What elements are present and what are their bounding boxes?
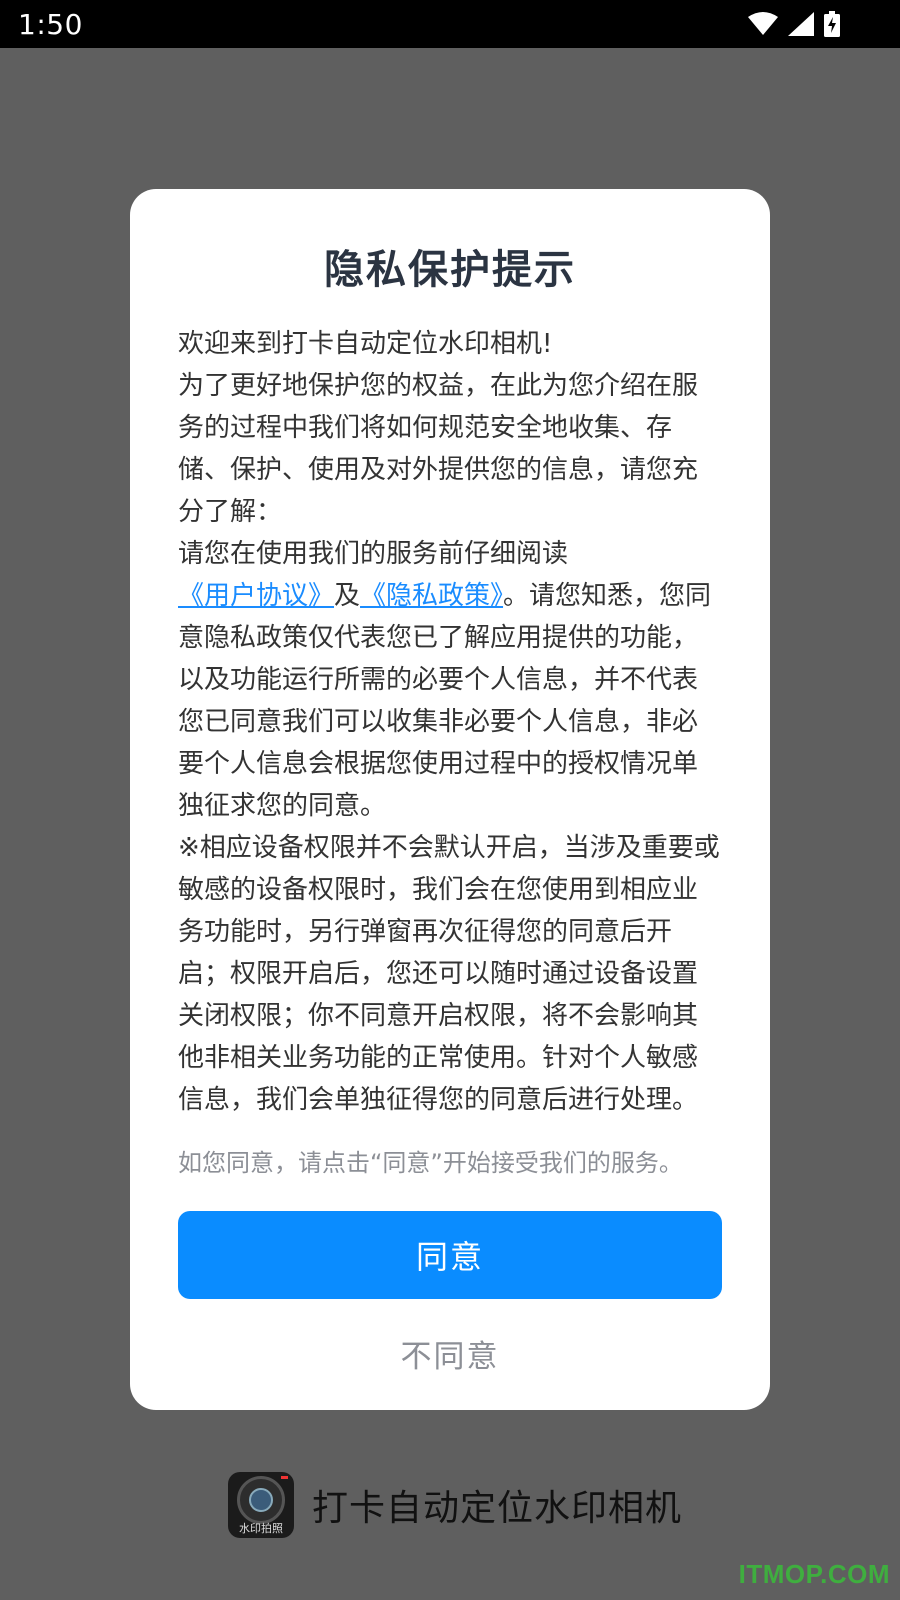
agree-button[interactable]: 同意 [178, 1211, 722, 1299]
cell-signal-icon [788, 12, 814, 36]
record-indicator [281, 1476, 288, 1479]
permission-note: ※相应设备权限并不会默认开启，当涉及重要或敏感的设备权限时，我们会在您使用到相应… [178, 833, 720, 1115]
app-logo: 水印拍照 [228, 1472, 294, 1538]
status-bar: 1:50 [0, 0, 900, 48]
battery-charging-icon [824, 11, 840, 37]
status-time: 1:50 [18, 7, 83, 41]
dialog-title: 隐私保护提示 [324, 247, 576, 293]
disagree-button[interactable]: 不同意 [178, 1313, 722, 1393]
wifi-icon [748, 12, 778, 36]
privacy-policy-link[interactable]: 《隐私政策》 [360, 581, 503, 611]
app-brand: 水印拍照 打卡自动定位水印相机 [228, 1472, 682, 1538]
logo-text: 水印拍照 [239, 1522, 283, 1535]
intro-text: 为了更好地保护您的权益，在此为您介绍在服务的过程中我们将如何规范安全地收集、存储… [178, 371, 699, 527]
app-name: 打卡自动定位水印相机 [312, 1488, 683, 1529]
agreement-paragraph: 请您在使用我们的服务前仔细阅读《用户协议》及《隐私政策》。请您知悉，您同意隐私政… [178, 533, 722, 827]
status-icons [748, 11, 840, 37]
privacy-dialog: 隐私保护提示 欢迎来到打卡自动定位水印相机! 为了更好地保护您的权益，在此为您介… [130, 189, 770, 1410]
welcome-text: 欢迎来到打卡自动定位水印相机! [178, 329, 553, 359]
camera-lens-inner [249, 1488, 273, 1512]
and-text: 及 [334, 581, 361, 611]
consent-hint: 如您同意，请点击“同意”开始接受我们的服务。 [178, 1149, 683, 1177]
site-watermark: ITMOP.COM [738, 1559, 890, 1589]
user-agreement-link[interactable]: 《用户协议》 [178, 581, 334, 611]
read-prefix: 请您在使用我们的服务前仔细阅读 [178, 539, 569, 569]
dialog-body: 欢迎来到打卡自动定位水印相机! 为了更好地保护您的权益，在此为您介绍在服务的过程… [178, 323, 722, 1121]
read-suffix: 。请您知悉，您同意隐私政策仅代表您已了解应用提供的功能，以及功能运行所需的必要个… [178, 581, 712, 821]
